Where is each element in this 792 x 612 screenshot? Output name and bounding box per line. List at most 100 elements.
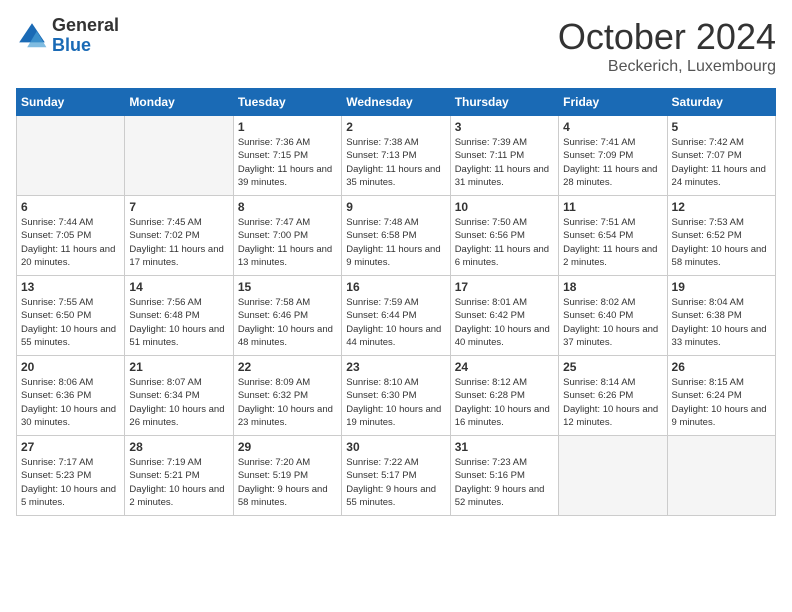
day-info: Sunrise: 7:20 AMSunset: 5:19 PMDaylight:…: [238, 456, 337, 509]
calendar-cell: 23 Sunrise: 8:10 AMSunset: 6:30 PMDayligh…: [342, 356, 450, 436]
calendar-cell: 20Sunrise: 8:06 AMSunset: 6:36 PMDayligh…: [17, 356, 125, 436]
col-header-sunday: Sunday: [17, 89, 125, 116]
day-info: Sunrise: 7:47 AMSunset: 7:00 PMDaylight:…: [238, 216, 337, 269]
day-info: Sunrise: 7:59 AMSunset: 6:44 PMDaylight:…: [346, 296, 445, 349]
day-info: Sunrise: 7:48 AMSunset: 6:58 PMDaylight:…: [346, 216, 445, 269]
day-info: Sunrise: 8:04 AMSunset: 6:38 PMDaylight:…: [672, 296, 771, 349]
calendar-cell: 14 Sunrise: 7:56 AMSunset: 6:48 PMDayligh…: [125, 276, 233, 356]
calendar-cell: 22Sunrise: 8:09 AMSunset: 6:32 PMDayligh…: [233, 356, 341, 436]
day-info: Sunrise: 7:22 AMSunset: 5:17 PMDaylight:…: [346, 456, 445, 509]
day-info: Sunrise: 8:02 AMSunset: 6:40 PMDaylight:…: [563, 296, 662, 349]
calendar-cell: 11 Sunrise: 7:51 AMSunset: 6:54 PMDayligh…: [559, 196, 667, 276]
day-info: Sunrise: 8:01 AMSunset: 6:42 PMDaylight:…: [455, 296, 554, 349]
calendar-cell: 15 Sunrise: 7:58 AMSunset: 6:46 PMDayligh…: [233, 276, 341, 356]
day-number: 23: [346, 360, 445, 374]
day-number: 22: [238, 360, 337, 374]
day-number: 9: [346, 200, 445, 214]
day-info: Sunrise: 7:58 AMSunset: 6:46 PMDaylight:…: [238, 296, 337, 349]
day-number: 14: [129, 280, 228, 294]
day-number: 8: [238, 200, 337, 214]
day-number: 3: [455, 120, 554, 134]
week-row-5: 27 Sunrise: 7:17 AMSunset: 5:23 PMDayligh…: [17, 436, 776, 516]
day-number: 27: [21, 440, 120, 454]
day-number: 15: [238, 280, 337, 294]
calendar-cell: 1 Sunrise: 7:36 AMSunset: 7:15 PMDaylight…: [233, 116, 341, 196]
day-number: 29: [238, 440, 337, 454]
day-info: Sunrise: 7:50 AMSunset: 6:56 PMDaylight:…: [455, 216, 554, 269]
day-number: 4: [563, 120, 662, 134]
calendar-cell: 2Sunrise: 7:38 AMSunset: 7:13 PMDaylight…: [342, 116, 450, 196]
logo-blue: Blue: [52, 36, 119, 56]
calendar-cell: [559, 436, 667, 516]
calendar-cell: 8 Sunrise: 7:47 AMSunset: 7:00 PMDaylight…: [233, 196, 341, 276]
day-number: 17: [455, 280, 554, 294]
day-info: Sunrise: 7:51 AMSunset: 6:54 PMDaylight:…: [563, 216, 662, 269]
col-header-friday: Friday: [559, 89, 667, 116]
page-header: General Blue October 2024 Beckerich, Lux…: [16, 16, 776, 76]
day-number: 19: [672, 280, 771, 294]
day-number: 7: [129, 200, 228, 214]
day-info: Sunrise: 8:07 AMSunset: 6:34 PMDaylight:…: [129, 376, 228, 429]
header-row: SundayMondayTuesdayWednesdayThursdayFrid…: [17, 89, 776, 116]
calendar-cell: 6 Sunrise: 7:44 AMSunset: 7:05 PMDaylight…: [17, 196, 125, 276]
calendar-cell: 4 Sunrise: 7:41 AMSunset: 7:09 PMDaylight…: [559, 116, 667, 196]
logo-text: General Blue: [52, 16, 119, 56]
calendar-cell: 30 Sunrise: 7:22 AMSunset: 5:17 PMDayligh…: [342, 436, 450, 516]
calendar-cell: 3 Sunrise: 7:39 AMSunset: 7:11 PMDaylight…: [450, 116, 558, 196]
week-row-2: 6 Sunrise: 7:44 AMSunset: 7:05 PMDaylight…: [17, 196, 776, 276]
logo: General Blue: [16, 16, 119, 56]
calendar-table: SundayMondayTuesdayWednesdayThursdayFrid…: [16, 88, 776, 516]
day-info: Sunrise: 7:44 AMSunset: 7:05 PMDaylight:…: [21, 216, 120, 269]
title-month: October 2024: [558, 16, 776, 58]
day-info: Sunrise: 7:42 AMSunset: 7:07 PMDaylight:…: [672, 136, 771, 189]
day-info: Sunrise: 7:45 AMSunset: 7:02 PMDaylight:…: [129, 216, 228, 269]
week-row-3: 13Sunrise: 7:55 AMSunset: 6:50 PMDayligh…: [17, 276, 776, 356]
calendar-cell: [17, 116, 125, 196]
day-info: Sunrise: 7:56 AMSunset: 6:48 PMDaylight:…: [129, 296, 228, 349]
day-number: 24: [455, 360, 554, 374]
day-number: 5: [672, 120, 771, 134]
day-number: 16: [346, 280, 445, 294]
calendar-cell: 21 Sunrise: 8:07 AMSunset: 6:34 PMDayligh…: [125, 356, 233, 436]
day-info: Sunrise: 8:12 AMSunset: 6:28 PMDaylight:…: [455, 376, 554, 429]
day-info: Sunrise: 8:14 AMSunset: 6:26 PMDaylight:…: [563, 376, 662, 429]
day-info: Sunrise: 7:53 AMSunset: 6:52 PMDaylight:…: [672, 216, 771, 269]
calendar-cell: 17 Sunrise: 8:01 AMSunset: 6:42 PMDayligh…: [450, 276, 558, 356]
calendar-cell: 9 Sunrise: 7:48 AMSunset: 6:58 PMDaylight…: [342, 196, 450, 276]
day-info: Sunrise: 7:17 AMSunset: 5:23 PMDaylight:…: [21, 456, 120, 509]
col-header-wednesday: Wednesday: [342, 89, 450, 116]
calendar-cell: 27 Sunrise: 7:17 AMSunset: 5:23 PMDayligh…: [17, 436, 125, 516]
calendar-cell: 31Sunrise: 7:23 AMSunset: 5:16 PMDayligh…: [450, 436, 558, 516]
day-info: Sunrise: 7:38 AMSunset: 7:13 PMDaylight:…: [346, 136, 445, 189]
calendar-cell: 18Sunrise: 8:02 AMSunset: 6:40 PMDayligh…: [559, 276, 667, 356]
calendar-cell: [125, 116, 233, 196]
day-number: 6: [21, 200, 120, 214]
day-info: Sunrise: 7:19 AMSunset: 5:21 PMDaylight:…: [129, 456, 228, 509]
calendar-cell: 16 Sunrise: 7:59 AMSunset: 6:44 PMDayligh…: [342, 276, 450, 356]
calendar-cell: [667, 436, 775, 516]
logo-general: General: [52, 16, 119, 36]
day-number: 13: [21, 280, 120, 294]
title-block: October 2024 Beckerich, Luxembourg: [558, 16, 776, 76]
col-header-thursday: Thursday: [450, 89, 558, 116]
day-info: Sunrise: 7:39 AMSunset: 7:11 PMDaylight:…: [455, 136, 554, 189]
calendar-cell: 10 Sunrise: 7:50 AMSunset: 6:56 PMDayligh…: [450, 196, 558, 276]
day-number: 11: [563, 200, 662, 214]
day-number: 10: [455, 200, 554, 214]
week-row-1: 1 Sunrise: 7:36 AMSunset: 7:15 PMDaylight…: [17, 116, 776, 196]
day-info: Sunrise: 7:36 AMSunset: 7:15 PMDaylight:…: [238, 136, 337, 189]
calendar-cell: 12Sunrise: 7:53 AMSunset: 6:52 PMDayligh…: [667, 196, 775, 276]
day-info: Sunrise: 8:10 AMSunset: 6:30 PMDaylight:…: [346, 376, 445, 429]
title-location: Beckerich, Luxembourg: [558, 58, 776, 76]
week-row-4: 20Sunrise: 8:06 AMSunset: 6:36 PMDayligh…: [17, 356, 776, 436]
col-header-saturday: Saturday: [667, 89, 775, 116]
calendar-cell: 29 Sunrise: 7:20 AMSunset: 5:19 PMDayligh…: [233, 436, 341, 516]
day-number: 21: [129, 360, 228, 374]
day-info: Sunrise: 7:41 AMSunset: 7:09 PMDaylight:…: [563, 136, 662, 189]
day-number: 1: [238, 120, 337, 134]
day-number: 30: [346, 440, 445, 454]
col-header-tuesday: Tuesday: [233, 89, 341, 116]
day-number: 31: [455, 440, 554, 454]
calendar-cell: 28Sunrise: 7:19 AMSunset: 5:21 PMDayligh…: [125, 436, 233, 516]
day-number: 26: [672, 360, 771, 374]
